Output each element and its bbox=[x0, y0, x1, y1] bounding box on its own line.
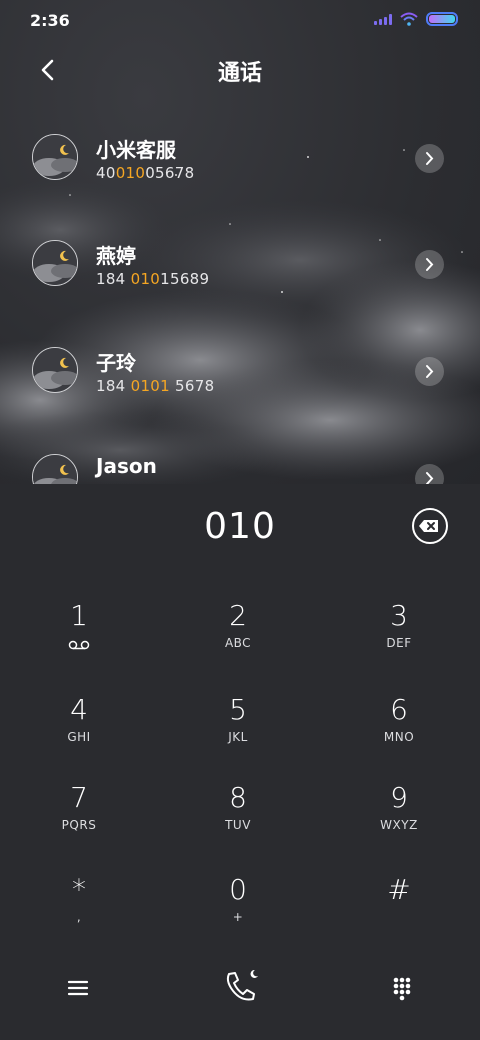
key-hash[interactable]: # bbox=[339, 870, 459, 950]
menu-icon bbox=[67, 980, 89, 996]
page-title: 通话 bbox=[217, 61, 262, 86]
key-digit: # bbox=[387, 873, 411, 906]
key-7[interactable]: 7 PQRS bbox=[19, 778, 139, 858]
status-time: 2:36 bbox=[30, 11, 70, 30]
contact-detail-button[interactable] bbox=[415, 144, 444, 173]
contact-name: 小米客服 bbox=[96, 138, 176, 162]
key-letters: , bbox=[76, 910, 82, 924]
chevron-right-icon bbox=[426, 258, 434, 271]
key-letters: MNO bbox=[383, 730, 415, 744]
key-digit: 4 bbox=[70, 693, 88, 726]
key-4[interactable]: 4 GHI bbox=[19, 690, 139, 770]
battery-icon bbox=[426, 12, 458, 26]
keypad-toggle-button[interactable] bbox=[388, 974, 416, 1002]
key-letters: ABC bbox=[224, 636, 252, 650]
key-digit: 2 bbox=[229, 599, 247, 632]
backspace-icon bbox=[419, 520, 438, 532]
chevron-right-icon bbox=[426, 152, 434, 165]
dial-input[interactable]: 010 bbox=[0, 506, 480, 547]
key-3[interactable]: 3 DEF bbox=[339, 596, 459, 676]
avatar bbox=[32, 240, 78, 286]
key-8[interactable]: 8 TUV bbox=[178, 778, 298, 858]
key-6[interactable]: 6 MNO bbox=[339, 690, 459, 770]
key-digit: 7 bbox=[70, 781, 88, 814]
key-digit: 1 bbox=[70, 599, 88, 632]
key-digit: 6 bbox=[390, 693, 408, 726]
menu-button[interactable] bbox=[64, 974, 92, 1002]
avatar bbox=[32, 347, 78, 393]
delete-button[interactable] bbox=[412, 508, 448, 544]
contact-list: 小米客服 4001005678 燕婷 184 01015689 子玲 184 0… bbox=[0, 120, 480, 484]
key-digit: 3 bbox=[390, 599, 408, 632]
key-letters: + bbox=[232, 910, 244, 924]
chevron-right-icon bbox=[426, 365, 434, 378]
status-bar: 2:36 bbox=[0, 0, 480, 40]
contact-number: 4001005678 bbox=[96, 164, 195, 182]
phone-icon bbox=[226, 969, 258, 1001]
key-letters: DEF bbox=[386, 636, 412, 650]
chevron-right-icon bbox=[426, 472, 434, 484]
key-1[interactable]: 1 bbox=[19, 596, 139, 676]
key-digit: * bbox=[72, 873, 86, 906]
wifi-icon bbox=[400, 12, 418, 26]
contact-name: 燕婷 bbox=[96, 244, 136, 268]
avatar bbox=[32, 454, 78, 484]
key-9[interactable]: 9 WXYZ bbox=[339, 778, 459, 858]
dialpad-icon bbox=[393, 977, 411, 1001]
key-letters: GHI bbox=[67, 730, 91, 744]
contact-item[interactable]: 燕婷 184 01015689 bbox=[0, 226, 480, 306]
key-star[interactable]: * , bbox=[19, 870, 139, 950]
contact-detail-button[interactable] bbox=[415, 464, 444, 484]
status-icons bbox=[374, 12, 458, 26]
contact-detail-button[interactable] bbox=[415, 357, 444, 386]
contact-item[interactable]: 小米客服 4001005678 bbox=[0, 120, 480, 200]
key-digit: 5 bbox=[229, 693, 247, 726]
header: 通话 bbox=[0, 46, 480, 94]
signal-icon bbox=[374, 13, 392, 25]
contact-item[interactable]: 子玲 184 0101 5678 bbox=[0, 333, 480, 413]
key-digit: 0 bbox=[229, 873, 247, 906]
dial-display: 010 bbox=[0, 484, 480, 570]
avatar bbox=[32, 134, 78, 180]
key-0[interactable]: 0 + bbox=[178, 870, 298, 950]
key-digit: 8 bbox=[229, 781, 247, 814]
contact-detail-button[interactable] bbox=[415, 250, 444, 279]
key-digit: 9 bbox=[390, 781, 408, 814]
contact-number: 184 01015689 bbox=[96, 270, 210, 288]
contact-item[interactable]: Jason bbox=[0, 440, 480, 484]
key-letters: TUV bbox=[225, 818, 251, 832]
key-letters: PQRS bbox=[61, 818, 97, 832]
contact-number: 184 0101 5678 bbox=[96, 377, 215, 395]
key-2[interactable]: 2 ABC bbox=[178, 596, 298, 676]
contact-name: 子玲 bbox=[96, 351, 136, 375]
key-5[interactable]: 5 JKL bbox=[178, 690, 298, 770]
bottom-bar bbox=[0, 960, 480, 1020]
key-letters: JKL bbox=[228, 730, 248, 744]
call-button[interactable] bbox=[220, 966, 264, 1006]
voicemail-icon bbox=[68, 640, 90, 650]
contact-name: Jason bbox=[96, 454, 157, 478]
key-letters: WXYZ bbox=[380, 818, 418, 832]
